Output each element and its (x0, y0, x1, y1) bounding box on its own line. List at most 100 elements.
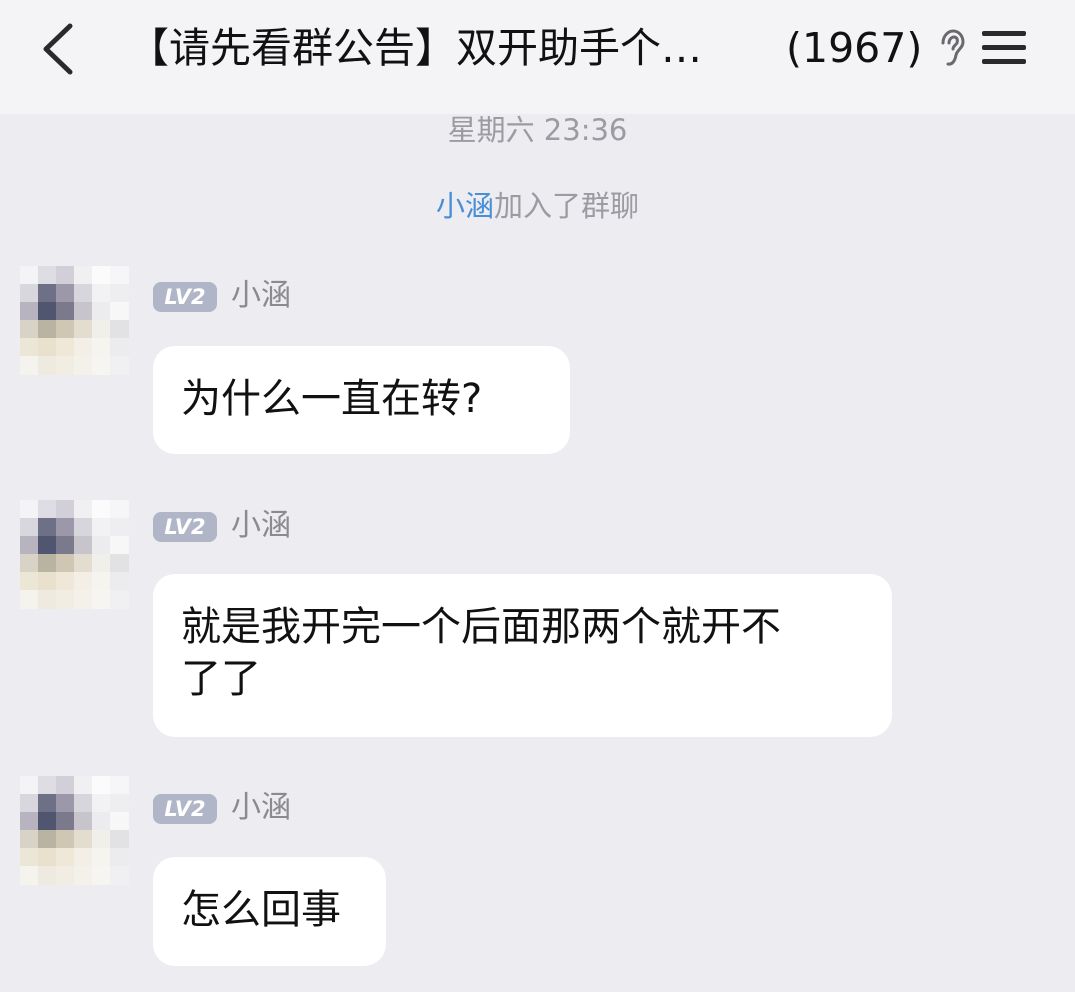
avatar-pixel (20, 320, 39, 339)
avatar-pixel (56, 794, 75, 813)
avatar-pixel (92, 320, 111, 339)
avatar-pixel (110, 302, 129, 321)
avatar[interactable] (20, 266, 130, 378)
avatar-pixel (56, 518, 75, 537)
avatar-pixel (20, 356, 39, 375)
sender-name[interactable]: 小涵 (231, 790, 291, 826)
avatar-pixel (92, 356, 111, 375)
avatar-pixel (56, 356, 75, 375)
avatar-pixel (38, 554, 57, 573)
avatar-pixel (20, 830, 39, 849)
group-title[interactable]: 【请先看群公告】双开助手个… (128, 20, 748, 76)
avatar-pixel (56, 812, 75, 831)
message-bubble[interactable]: 就是我开完一个后面那两个就开不 了了 (153, 574, 892, 737)
avatar-pixel (56, 590, 75, 609)
avatar-pixel (20, 302, 39, 321)
avatar-pixel (56, 536, 75, 555)
message-bubble[interactable]: 为什么一直在转? (153, 346, 570, 454)
avatar-pixel (38, 320, 57, 339)
avatar-pixel (20, 590, 39, 609)
avatar-pixel (20, 866, 39, 885)
avatar-pixel (110, 812, 129, 831)
sender-name[interactable]: 小涵 (231, 508, 291, 544)
sender-name[interactable]: 小涵 (231, 278, 291, 314)
message-text: 就是我开完一个后面那两个就开不 了了 (181, 604, 781, 702)
joined-member-link[interactable]: 小涵 (436, 189, 494, 223)
avatar-pixel (38, 500, 57, 519)
avatar-pixel (20, 848, 39, 867)
avatar-pixel (38, 776, 57, 795)
avatar-pixel (56, 266, 75, 285)
avatar-pixel (20, 518, 39, 537)
avatar-pixel (74, 500, 93, 519)
avatar-pixel (56, 500, 75, 519)
avatar-pixel (92, 536, 111, 555)
level-badge: LV2 (153, 512, 217, 542)
avatar-pixel (74, 284, 93, 303)
avatar-pixel (56, 776, 75, 795)
avatar-pixel (74, 536, 93, 555)
avatar-pixel (38, 302, 57, 321)
avatar-pixel (74, 338, 93, 357)
avatar-pixel (110, 266, 129, 285)
message-bubble[interactable]: 怎么回事 (153, 857, 386, 966)
avatar-pixel (38, 848, 57, 867)
ear-icon (936, 28, 966, 68)
avatar-pixel (74, 830, 93, 849)
avatar[interactable] (20, 500, 130, 612)
avatar-pixel (74, 776, 93, 795)
avatar-pixel (110, 866, 129, 885)
avatar-pixel (92, 500, 111, 519)
avatar-pixel (74, 518, 93, 537)
avatar-pixel (92, 518, 111, 537)
avatar-pixel (92, 266, 111, 285)
avatar-pixel (74, 848, 93, 867)
avatar-pixel (38, 572, 57, 591)
avatar-pixel (56, 866, 75, 885)
avatar-pixel (38, 812, 57, 831)
avatar-pixel (74, 866, 93, 885)
chat-header: 【请先看群公告】双开助手个… (1967) (0, 0, 1075, 114)
avatar-pixel (92, 302, 111, 321)
avatar[interactable] (20, 776, 130, 888)
avatar-pixel (92, 590, 111, 609)
avatar-pixel (92, 812, 111, 831)
avatar-pixel (92, 284, 111, 303)
avatar-pixel (110, 776, 129, 795)
avatar-pixel (110, 338, 129, 357)
avatar-pixel (74, 590, 93, 609)
avatar-pixel (110, 554, 129, 573)
avatar-pixel (74, 554, 93, 573)
avatar-pixel (20, 266, 39, 285)
avatar-pixel (38, 356, 57, 375)
avatar-pixel (110, 590, 129, 609)
avatar-pixel (110, 848, 129, 867)
avatar-pixel (38, 830, 57, 849)
avatar-pixel (56, 320, 75, 339)
avatar-pixel (74, 302, 93, 321)
avatar-pixel (74, 812, 93, 831)
menu-button[interactable] (980, 28, 1028, 68)
avatar-pixel (74, 572, 93, 591)
avatar-pixel (110, 572, 129, 591)
member-count[interactable]: (1967) (786, 20, 922, 76)
avatar-pixel (110, 536, 129, 555)
avatar-pixel (56, 572, 75, 591)
avatar-pixel (20, 776, 39, 795)
avatar-pixel (38, 284, 57, 303)
message-text: 为什么一直在转? (181, 376, 483, 422)
avatar-pixel (92, 848, 111, 867)
avatar-pixel (110, 284, 129, 303)
avatar-pixel (56, 848, 75, 867)
back-button[interactable] (30, 18, 88, 80)
avatar-pixel (92, 572, 111, 591)
avatar-pixel (20, 572, 39, 591)
avatar-pixel (20, 536, 39, 555)
avatar-pixel (38, 794, 57, 813)
avatar-pixel (38, 590, 57, 609)
avatar-pixel (38, 266, 57, 285)
avatar-pixel (56, 554, 75, 573)
avatar-pixel (110, 500, 129, 519)
avatar-pixel (56, 284, 75, 303)
avatar-pixel (110, 320, 129, 339)
